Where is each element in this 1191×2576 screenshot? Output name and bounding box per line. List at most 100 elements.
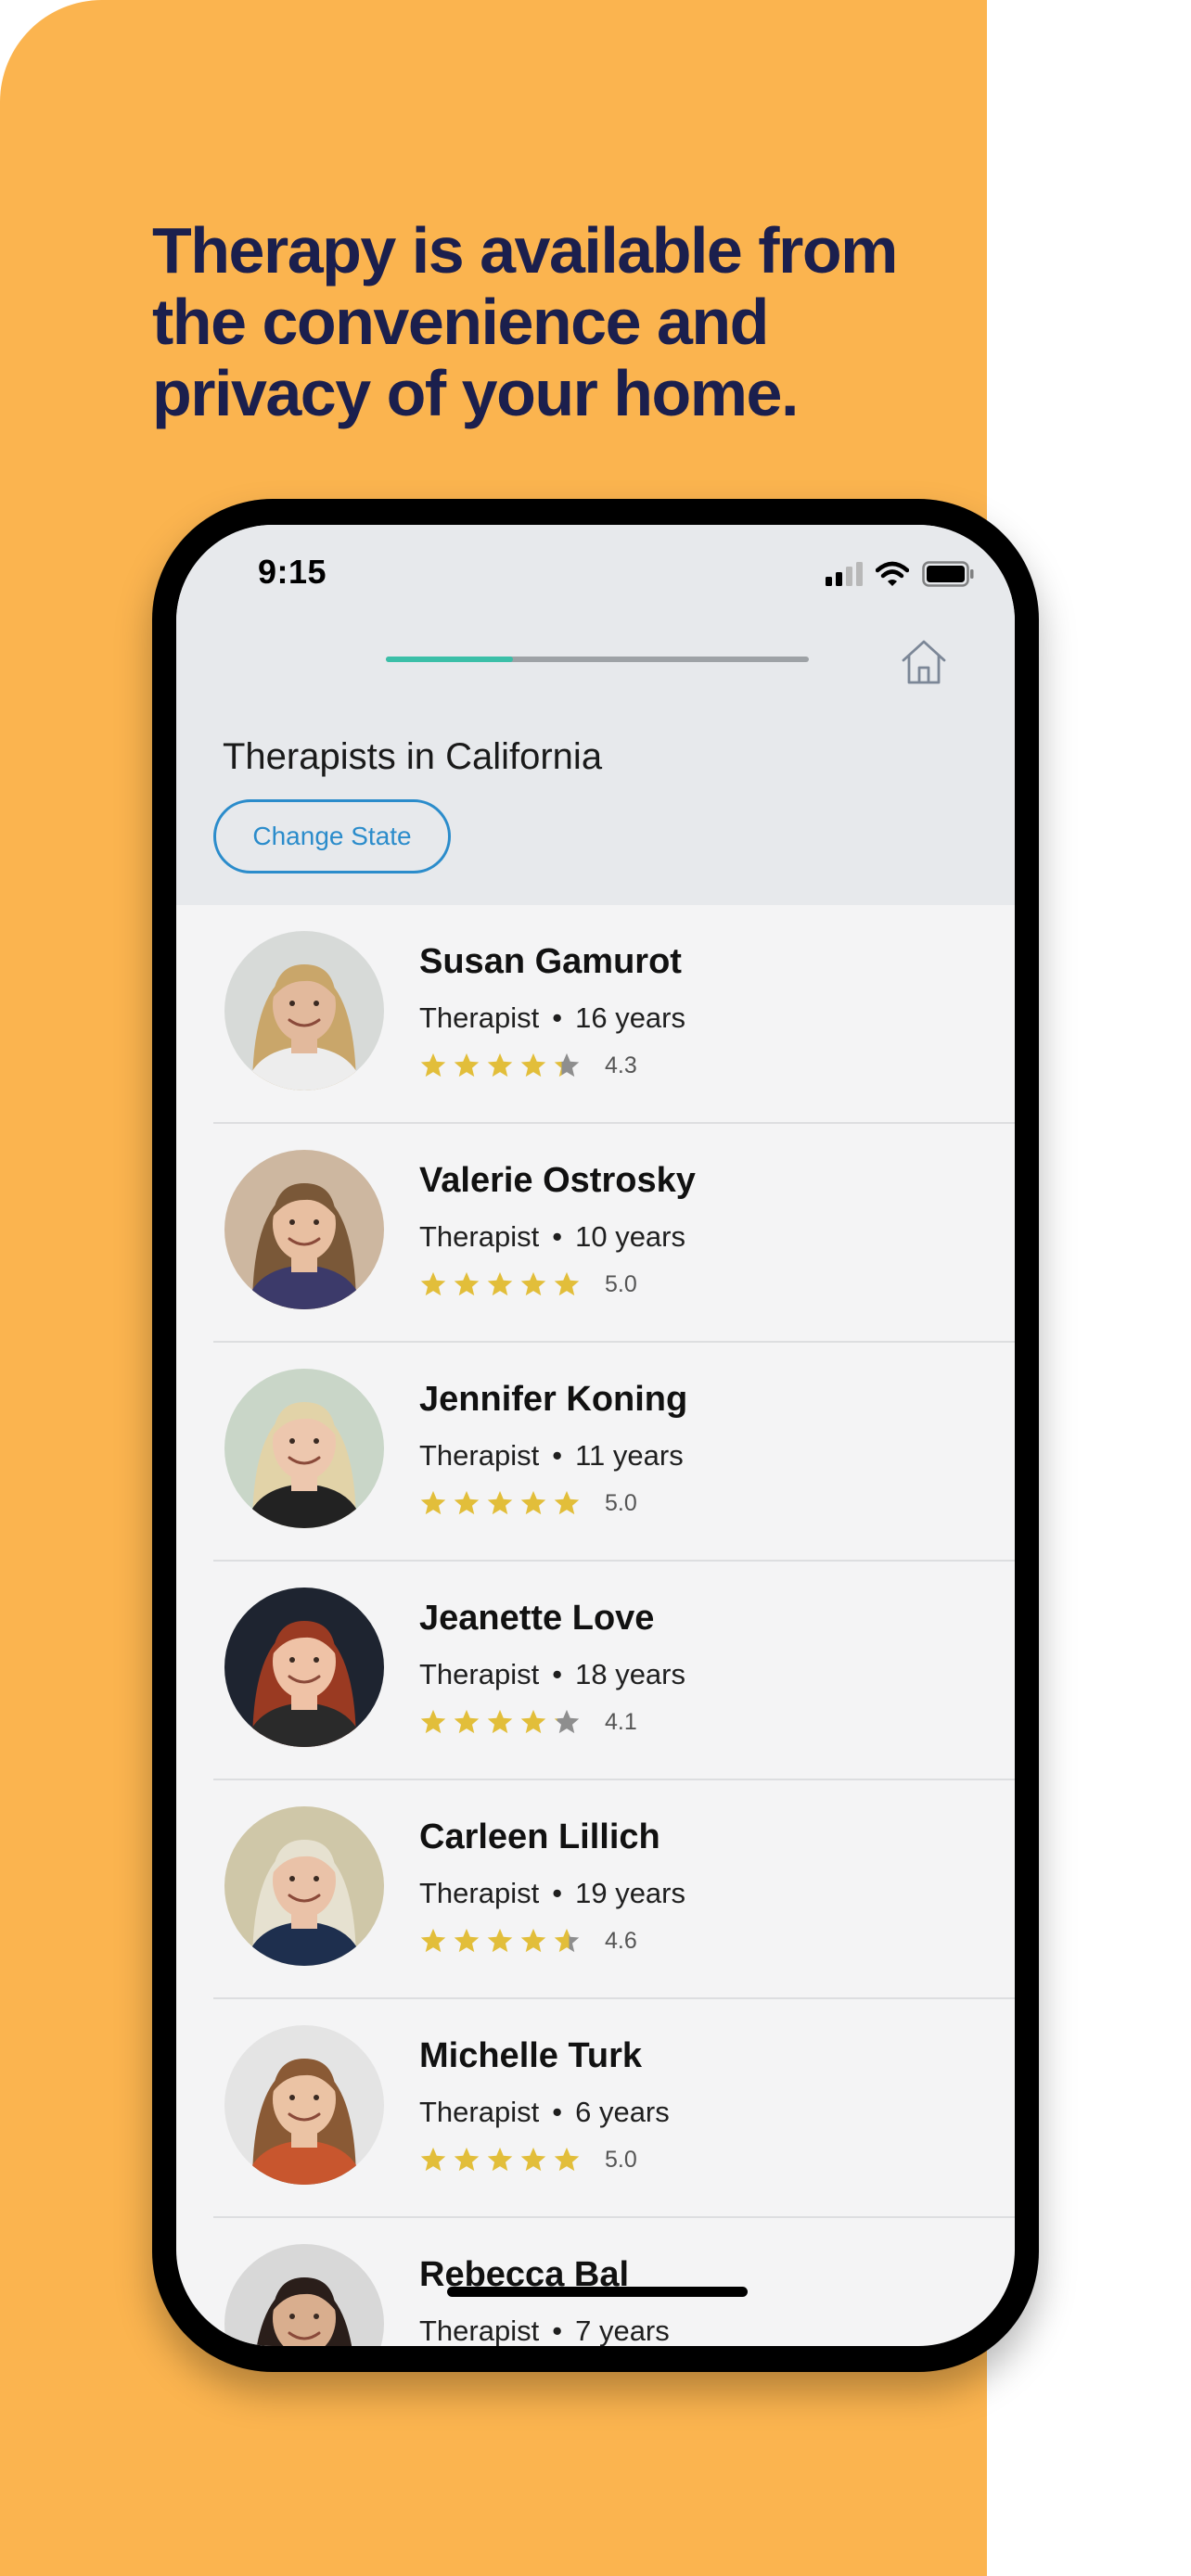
therapist-name: Valerie Ostrosky — [419, 1161, 696, 1200]
meta-separator: • — [552, 1658, 563, 1690]
phone-screen: 9:15 Therapists in California Change Sta… — [176, 525, 1015, 2346]
rating-value: 5.0 — [605, 2146, 637, 2173]
headline-line-3: privacy of your home. — [152, 357, 799, 429]
star-icon — [454, 1490, 480, 1515]
phone-frame: 9:15 Therapists in California Change Sta… — [152, 499, 1039, 2372]
star-icon — [520, 1052, 546, 1078]
star-rating: 5.0 — [419, 2146, 637, 2174]
star-icon — [520, 1271, 546, 1296]
therapist-row[interactable]: Carleen Lillich Therapist • 19 years 4.6 — [176, 1780, 1015, 1999]
therapist-experience: 18 years — [575, 1658, 685, 1690]
star-icon — [554, 1271, 580, 1296]
therapist-experience: 7 years — [575, 2315, 670, 2346]
rating-value: 4.1 — [605, 1708, 637, 1735]
star-icon — [487, 1271, 513, 1296]
therapist-row[interactable]: Michelle Turk Therapist • 6 years 5.0 — [176, 1999, 1015, 2218]
star-icon — [454, 1928, 480, 1953]
star-rating: 5.0 — [419, 1489, 637, 1517]
therapist-avatar — [224, 2025, 384, 2185]
star-icon — [487, 2147, 513, 2172]
star-icon — [420, 1709, 446, 1734]
star-icon — [554, 1052, 580, 1078]
therapist-experience: 16 years — [575, 1001, 685, 1034]
meta-separator: • — [552, 1001, 563, 1034]
therapist-name: Susan Gamurot — [419, 942, 682, 981]
therapist-role: Therapist — [419, 1658, 540, 1690]
rating-value: 4.6 — [605, 1927, 637, 1954]
therapist-row[interactable]: Jennifer Koning Therapist • 11 years 5.0 — [176, 1343, 1015, 1562]
therapist-avatar — [224, 2244, 384, 2346]
star-icon — [520, 1928, 546, 1953]
therapist-meta: Therapist • 18 years — [419, 1658, 685, 1691]
star-icon — [487, 1052, 513, 1078]
meta-separator: • — [552, 2096, 563, 2128]
star-icon — [454, 1271, 480, 1296]
therapist-role: Therapist — [419, 1001, 540, 1034]
wifi-icon — [875, 561, 910, 592]
therapist-role: Therapist — [419, 2096, 540, 2128]
therapist-meta: Therapist • 7 years — [419, 2315, 670, 2346]
star-icon — [454, 2147, 480, 2172]
meta-separator: • — [552, 2315, 563, 2346]
home-icon — [898, 640, 950, 692]
battery-icon — [922, 560, 974, 592]
star-icon — [420, 1490, 446, 1515]
star-icon — [420, 1052, 446, 1078]
therapist-experience: 6 years — [575, 2096, 670, 2128]
home-button[interactable] — [898, 636, 950, 688]
therapist-experience: 19 years — [575, 1877, 685, 1909]
status-time: 9:15 — [258, 553, 327, 591]
star-icon — [454, 1709, 480, 1734]
therapist-name: Jeanette Love — [419, 1599, 655, 1638]
star-rating: 5.0 — [419, 1270, 637, 1298]
change-state-button[interactable]: Change State — [213, 799, 451, 874]
star-icon — [420, 2147, 446, 2172]
therapist-name: Jennifer Koning — [419, 1380, 688, 1419]
star-icon — [420, 1928, 446, 1953]
star-icon — [520, 1490, 546, 1515]
cellular-signal-icon — [826, 561, 863, 591]
list-title: Therapists in California — [223, 736, 603, 777]
star-icon — [454, 1052, 480, 1078]
therapist-experience: 11 years — [575, 1439, 684, 1472]
star-rating: 4.6 — [419, 1927, 637, 1955]
progress-fill — [386, 657, 513, 662]
therapist-meta: Therapist • 10 years — [419, 1220, 685, 1254]
therapist-meta: Therapist • 16 years — [419, 1001, 685, 1035]
therapist-role: Therapist — [419, 1877, 540, 1909]
meta-separator: • — [552, 1439, 563, 1472]
list-header: 9:15 Therapists in California Change Sta… — [176, 525, 1015, 905]
therapist-avatar — [224, 1806, 384, 1966]
meta-separator: • — [552, 1877, 563, 1909]
therapist-row[interactable]: Valerie Ostrosky Therapist • 10 years 5.0 — [176, 1124, 1015, 1343]
therapist-name: Carleen Lillich — [419, 1817, 660, 1856]
meta-separator: • — [552, 1220, 563, 1253]
star-icon — [487, 1709, 513, 1734]
therapist-meta: Therapist • 6 years — [419, 2096, 670, 2129]
star-icon — [520, 1709, 546, 1734]
star-icon — [554, 1709, 580, 1734]
headline-line-1: Therapy is available from — [152, 214, 898, 287]
therapist-row[interactable]: Rebecca Bal Therapist • 7 years — [176, 2218, 1015, 2346]
therapist-list: Susan Gamurot Therapist • 16 years 4.3 Valeri… — [176, 905, 1015, 2346]
therapist-experience: 10 years — [575, 1220, 685, 1253]
therapist-name: Michelle Turk — [419, 2036, 643, 2075]
headline-line-2: the convenience and — [152, 286, 769, 358]
therapist-avatar — [224, 1369, 384, 1528]
rating-value: 4.3 — [605, 1052, 637, 1078]
therapist-row[interactable]: Susan Gamurot Therapist • 16 years 4.3 — [176, 905, 1015, 1124]
therapist-avatar — [224, 931, 384, 1090]
star-rating: 4.1 — [419, 1708, 637, 1736]
rating-value: 5.0 — [605, 1270, 637, 1297]
therapist-meta: Therapist • 11 years — [419, 1439, 684, 1473]
star-icon — [487, 1490, 513, 1515]
promo-headline: Therapy is available from the convenienc… — [152, 215, 968, 429]
status-icons — [826, 560, 974, 592]
star-icon — [554, 1490, 580, 1515]
star-icon — [520, 2147, 546, 2172]
therapist-role: Therapist — [419, 1439, 540, 1472]
onboarding-progress-bar — [386, 657, 809, 662]
therapist-meta: Therapist • 19 years — [419, 1877, 685, 1910]
therapist-row[interactable]: Jeanette Love Therapist • 18 years 4.1 — [176, 1562, 1015, 1780]
therapist-role: Therapist — [419, 2315, 540, 2346]
